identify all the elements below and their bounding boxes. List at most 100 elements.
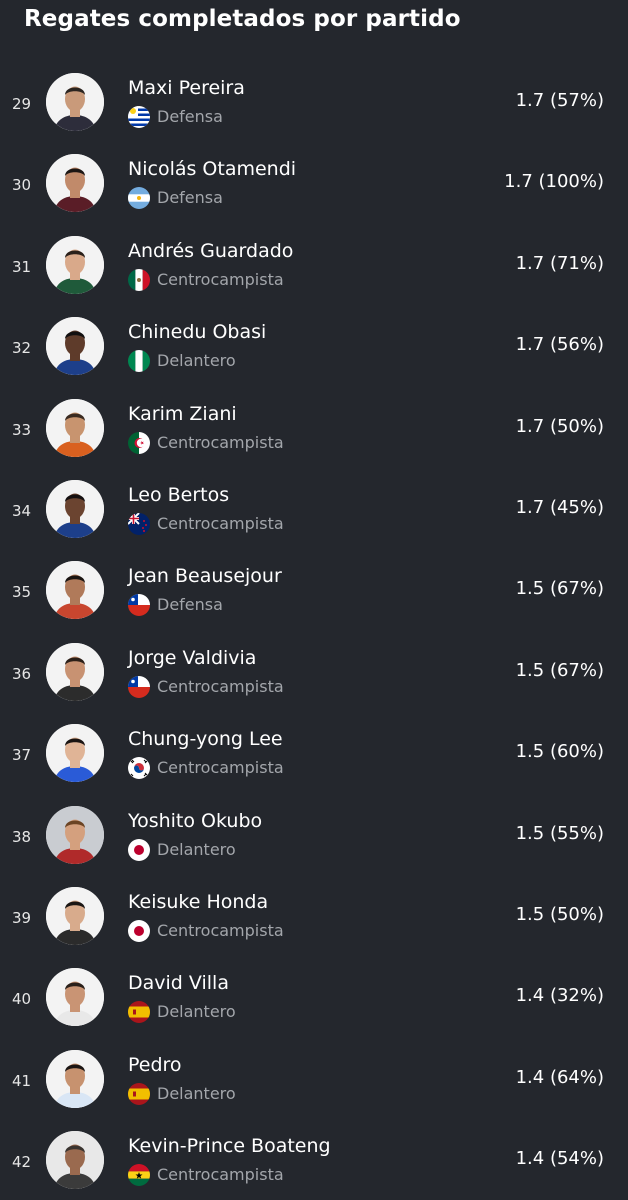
player-avatar xyxy=(46,642,104,701)
chile-flag-icon xyxy=(128,594,150,617)
player-name: Chung-yong Lee xyxy=(128,728,283,751)
player-row[interactable]: 37 Chung-yong Lee Centrocampista 1.5 (60%) xyxy=(0,712,628,793)
player-avatar xyxy=(46,1131,104,1190)
player-position: Delantero xyxy=(157,839,236,859)
player-position: Centrocampista xyxy=(157,920,284,940)
rank-number: 30 xyxy=(12,176,32,195)
stat-value: 1.5 (67%) xyxy=(515,578,604,600)
rank-number: 34 xyxy=(12,501,32,520)
rank-number: 29 xyxy=(12,95,32,113)
player-row[interactable]: 42 Kevin-Prince Boateng Centrocampista 1.4 … xyxy=(0,1119,628,1200)
player-avatar xyxy=(46,968,104,1027)
uruguay-flag-icon xyxy=(128,106,150,128)
player-name: Nicolás Otamendi xyxy=(128,158,297,181)
stat-value: 1.7 (100%) xyxy=(504,171,604,193)
stat-value: 1.5 (55%) xyxy=(515,822,604,844)
stat-value: 1.4 (54%) xyxy=(515,1148,604,1170)
mexico-flag-icon xyxy=(128,268,150,291)
player-position: Centrocampista xyxy=(157,758,284,778)
player-row[interactable]: 32 Chinedu Obasi Delantero 1.7 (56%) xyxy=(0,305,628,386)
player-avatar xyxy=(46,317,104,376)
player-position: Centrocampista xyxy=(157,432,284,452)
player-position: Delantero xyxy=(157,1002,236,1022)
player-position: Centrocampista xyxy=(157,676,284,696)
algeria-flag-icon xyxy=(128,431,150,454)
player-row[interactable]: 36 Jorge Valdivia Centrocampista 1.5 (67%) xyxy=(0,631,628,712)
player-name: Jorge Valdivia xyxy=(128,646,257,669)
player-row[interactable]: 30 Nicolás Otamendi Defensa 1.7 (100%) xyxy=(0,142,628,223)
player-name: Keisuke Honda xyxy=(128,890,269,913)
south-korea-flag-icon xyxy=(128,757,150,780)
rank-number: 33 xyxy=(12,420,32,439)
player-row[interactable]: 33 Karim Ziani Centrocampista 1.7 (50%) xyxy=(0,387,628,468)
player-row[interactable]: 29 Maxi Pereira Defensa 1.7 (57%) xyxy=(0,61,628,142)
page-title: Regates completados por partido xyxy=(24,6,461,32)
player-name: Andrés Guardado xyxy=(128,239,294,262)
japan-flag-icon xyxy=(128,919,150,942)
stat-value: 1.4 (64%) xyxy=(515,1066,604,1088)
chile-flag-icon xyxy=(128,675,150,698)
rank-number: 36 xyxy=(12,664,32,683)
stat-value: 1.7 (57%) xyxy=(515,90,604,111)
player-row[interactable]: 31 Andrés Guardado Centrocampista 1.7 (71%) xyxy=(0,224,628,305)
player-avatar xyxy=(46,724,104,783)
nigeria-flag-icon xyxy=(128,350,150,373)
japan-flag-icon xyxy=(128,838,150,861)
player-position: Defensa xyxy=(157,188,223,208)
rank-number: 39 xyxy=(12,908,32,927)
player-name: Jean Beausejour xyxy=(128,565,282,588)
rank-number: 32 xyxy=(12,339,32,358)
player-position: Centrocampista xyxy=(157,513,284,533)
rank-number: 31 xyxy=(12,257,32,276)
player-avatar xyxy=(46,805,104,864)
player-row[interactable]: 38 Yoshito Okubo Delantero 1.5 (55%) xyxy=(0,794,628,875)
stat-value: 1.7 (45%) xyxy=(515,496,604,518)
stat-value: 1.7 (71%) xyxy=(515,252,604,274)
player-position: Defensa xyxy=(157,595,223,615)
player-position: Delantero xyxy=(157,351,236,371)
player-position: Centrocampista xyxy=(157,269,284,289)
rank-number: 40 xyxy=(12,990,32,1009)
player-avatar xyxy=(46,561,104,620)
stat-value: 1.4 (32%) xyxy=(515,985,604,1007)
player-avatar xyxy=(46,398,104,457)
new-zealand-flag-icon xyxy=(128,512,150,535)
player-row[interactable]: 34 Leo Bertos Centrocampista 1.7 (45%) xyxy=(0,468,628,549)
player-position: Defensa xyxy=(157,107,223,126)
player-avatar xyxy=(46,154,104,213)
player-name: Karim Ziani xyxy=(128,402,237,425)
argentina-flag-icon xyxy=(128,187,150,210)
stat-value: 1.5 (67%) xyxy=(515,659,604,681)
player-name: Yoshito Okubo xyxy=(128,809,263,832)
stat-value: 1.7 (50%) xyxy=(515,415,604,437)
player-position: Centrocampista xyxy=(157,1165,284,1185)
player-row[interactable]: 35 Jean Beausejour Defensa 1.5 (67%) xyxy=(0,549,628,630)
player-name: Kevin-Prince Boateng xyxy=(128,1135,331,1158)
player-row[interactable]: 40 David Villa Delantero 1.4 (32%) xyxy=(0,956,628,1037)
player-avatar xyxy=(46,73,104,131)
rank-number: 35 xyxy=(12,583,32,602)
player-avatar xyxy=(46,235,104,294)
player-avatar xyxy=(46,1049,104,1108)
stat-value: 1.7 (56%) xyxy=(515,334,604,356)
player-avatar xyxy=(46,886,104,945)
player-name: Leo Bertos xyxy=(128,483,230,506)
player-name: Maxi Pereira xyxy=(128,77,245,99)
player-position: Delantero xyxy=(157,1083,236,1103)
player-name: Pedro xyxy=(128,1053,182,1076)
spain-flag-icon xyxy=(128,1001,150,1024)
rank-number: 38 xyxy=(12,827,32,846)
player-name: David Villa xyxy=(128,972,229,995)
rank-number: 37 xyxy=(12,746,32,765)
player-avatar xyxy=(46,479,104,538)
stat-value: 1.5 (60%) xyxy=(515,741,604,763)
player-row[interactable]: 41 Pedro Delantero 1.4 (64%) xyxy=(0,1038,628,1119)
player-name: Chinedu Obasi xyxy=(128,321,267,344)
stat-value: 1.5 (50%) xyxy=(515,903,604,925)
rank-number: 41 xyxy=(12,1071,32,1090)
player-row[interactable]: 39 Keisuke Honda Centrocampista 1.5 (50%) xyxy=(0,875,628,956)
player-list: 29 Maxi Pereira Defensa 1.7 (57%) 30 Nicolás … xyxy=(0,61,628,1200)
ghana-flag-icon xyxy=(128,1164,150,1187)
spain-flag-icon xyxy=(128,1082,150,1105)
rank-number: 42 xyxy=(12,1153,32,1172)
